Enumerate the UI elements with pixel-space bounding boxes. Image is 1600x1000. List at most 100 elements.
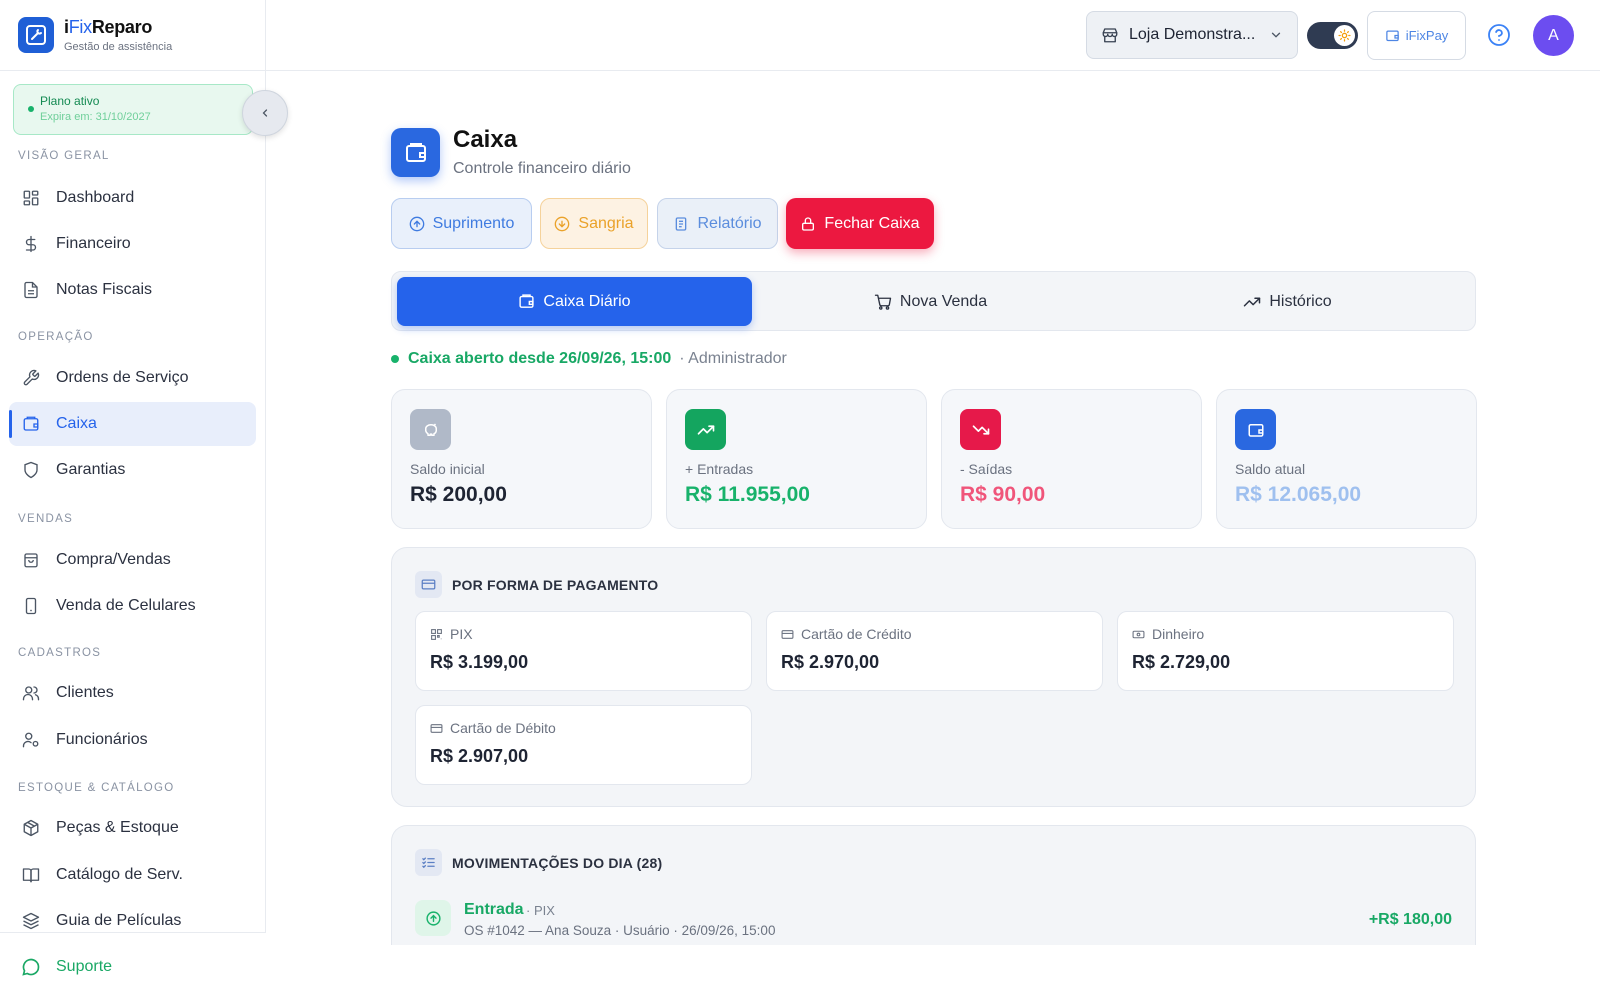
payment-methods-header: POR FORMA DE PAGAMENTO (415, 571, 658, 598)
movement-amount: +R$ 180,00 (1368, 911, 1452, 928)
sidebar-item-suporte[interactable]: Suporte (0, 932, 266, 1000)
plan-title: Plano ativo (40, 94, 100, 108)
document-icon (21, 280, 41, 300)
sidebar-item-clientes[interactable]: Clientes (9, 671, 256, 715)
shopping-bag-icon (21, 550, 41, 570)
status-text: Caixa aberto desde 26/09/26, 15:00 (408, 350, 672, 367)
tab-historico[interactable]: Histórico (1109, 277, 1466, 326)
trending-up-icon (685, 409, 726, 450)
sidebar-item-label: Dashboard (56, 189, 135, 206)
wallet-icon (21, 414, 41, 434)
stat-value: R$ 90,00 (960, 483, 1046, 506)
movements-header: MOVIMENTAÇÕES DO DIA (28) (415, 849, 662, 876)
stat-value: R$ 11.955,00 (685, 483, 810, 506)
theme-toggle[interactable] (1307, 22, 1358, 49)
nav-section-cadastros: CADASTROS (18, 647, 102, 659)
support-label: Suporte (56, 957, 113, 975)
sidebar-item-pecas-estoque[interactable]: Peças & Estoque (9, 806, 256, 850)
sidebar-item-venda-de-celulares[interactable]: Venda de Celulares (9, 584, 256, 628)
sidebar-item-funcionarios[interactable]: Funcionários (9, 718, 256, 762)
suprimento-button[interactable]: Suprimento (391, 198, 532, 249)
tab-label: Caixa Diário (543, 292, 631, 310)
credit-card-icon (415, 571, 442, 598)
status-user: · Administrador (679, 350, 787, 367)
app-logo-icon (18, 17, 54, 53)
panel-title: MOVIMENTAÇÕES DO DIA (28) (452, 854, 663, 871)
store-selector-label: Loja Demonstra... (1129, 26, 1256, 43)
store-selector[interactable]: Loja Demonstra... (1086, 11, 1298, 59)
tab-caixa-diario[interactable]: Caixa Diário (397, 277, 752, 326)
stat-label: - Saídas (960, 461, 1013, 477)
sidebar-item-catalogo-de-servicos[interactable]: Catálogo de Serv. (9, 853, 256, 897)
stat-card-saldo-atual: Saldo atual R$ 12.065,00 (1216, 389, 1477, 529)
fechar-caixa-button[interactable]: Fechar Caixa (786, 198, 934, 249)
movement-description: OS #1042 — Ana Souza · Usuário · 26/09/2… (464, 923, 776, 938)
sidebar-item-compra-vendas[interactable]: Compra/Vendas (9, 538, 256, 582)
sidebar-item-caixa[interactable]: Caixa (9, 402, 256, 446)
payment-card-dinheiro: Dinheiro R$ 2.729,00 (1117, 611, 1454, 691)
tab-label: Histórico (1269, 292, 1332, 310)
stat-label: Saldo atual (1235, 461, 1306, 477)
plan-expiration: Expira em: 31/10/2027 (40, 111, 151, 123)
arrow-up-circle-icon (415, 900, 451, 936)
sangria-button[interactable]: Sangria (540, 198, 648, 249)
sangria-label: Sangria (578, 214, 634, 232)
stat-card-saidas: - Saídas R$ 90,00 (941, 389, 1202, 529)
lock-icon (800, 216, 816, 232)
plan-status-dot (28, 106, 34, 112)
sidebar-item-label: Guia de Películas (56, 912, 182, 929)
sidebar-item-label: Catálogo de Serv. (56, 866, 183, 883)
wallet-icon (1385, 28, 1400, 43)
payment-value: R$ 2.729,00 (1132, 652, 1231, 672)
sidebar-item-notas-fiscais[interactable]: Notas Fiscais (9, 268, 256, 312)
trending-up-icon (1243, 293, 1261, 311)
caixa-status: Caixa aberto desde 26/09/26, 15:00 · Adm… (391, 350, 787, 368)
nav-section-vendas: VENDAS (18, 513, 74, 525)
sidebar-item-dashboard[interactable]: Dashboard (9, 176, 256, 220)
nav-section-visao-geral: VISÃO GERAL (18, 150, 110, 162)
nav-section-operacao: OPERAÇÃO (18, 331, 94, 343)
trending-down-icon (960, 409, 1001, 450)
tabs: Caixa Diário Nova Venda Histórico (391, 271, 1476, 331)
fechar-caixa-label: Fechar Caixa (824, 214, 920, 232)
wrench-icon (21, 368, 41, 388)
user-cog-icon (21, 730, 41, 750)
panel-title: POR FORMA DE PAGAMENTO (452, 576, 659, 593)
avatar[interactable]: A (1533, 15, 1574, 56)
sidebar-item-garantias[interactable]: Garantias (9, 448, 256, 492)
payment-value: R$ 3.199,00 (430, 652, 529, 672)
sun-icon (1334, 25, 1355, 46)
smartphone-icon (21, 596, 41, 616)
payment-label: Dinheiro (1152, 626, 1205, 642)
plan-status-card: Plano ativo Expira em: 31/10/2027 (13, 84, 253, 135)
chat-bubble-icon (21, 957, 41, 977)
sidebar-item-label: Peças & Estoque (56, 819, 179, 836)
payment-card-debito: Cartão de Débito R$ 2.907,00 (415, 705, 752, 785)
shield-icon (21, 460, 41, 480)
sidebar-item-financeiro[interactable]: Financeiro (9, 222, 256, 266)
brand[interactable]: iFixReparo Gestão de assistência (0, 0, 265, 71)
cash-icon (1132, 628, 1145, 641)
tab-nova-venda[interactable]: Nova Venda (752, 277, 1109, 326)
help-icon[interactable] (1487, 23, 1511, 47)
sidebar-item-ordens-de-servico[interactable]: Ordens de Serviço (9, 356, 256, 400)
sidebar-item-label: Garantias (56, 461, 126, 478)
dashboard-icon (21, 188, 41, 208)
stat-card-entradas: + Entradas R$ 11.955,00 (666, 389, 927, 529)
layers-icon (21, 911, 41, 931)
wallet-icon (1235, 409, 1276, 450)
relatorio-button[interactable]: Relatório (657, 198, 778, 249)
collapse-sidebar-button[interactable] (242, 90, 288, 136)
payment-methods-panel: POR FORMA DE PAGAMENTO PIX R$ 3.199,00 C… (391, 547, 1476, 807)
tab-label: Nova Venda (899, 292, 988, 310)
payment-label: PIX (450, 626, 473, 642)
ifixpay-button[interactable]: iFixPay (1367, 11, 1466, 60)
ifixpay-label: iFixPay (1405, 28, 1449, 43)
sidebar-item-label: Venda de Celulares (56, 597, 196, 614)
sidebar-item-label: Ordens de Serviço (56, 369, 189, 386)
brand-name: iFixReparo (64, 17, 153, 37)
sidebar-item-label: Funcionários (56, 731, 148, 748)
piggy-bank-icon (410, 409, 451, 450)
sidebar-item-label: Financeiro (56, 235, 131, 252)
page-subtitle: Controle financeiro diário (453, 160, 631, 177)
